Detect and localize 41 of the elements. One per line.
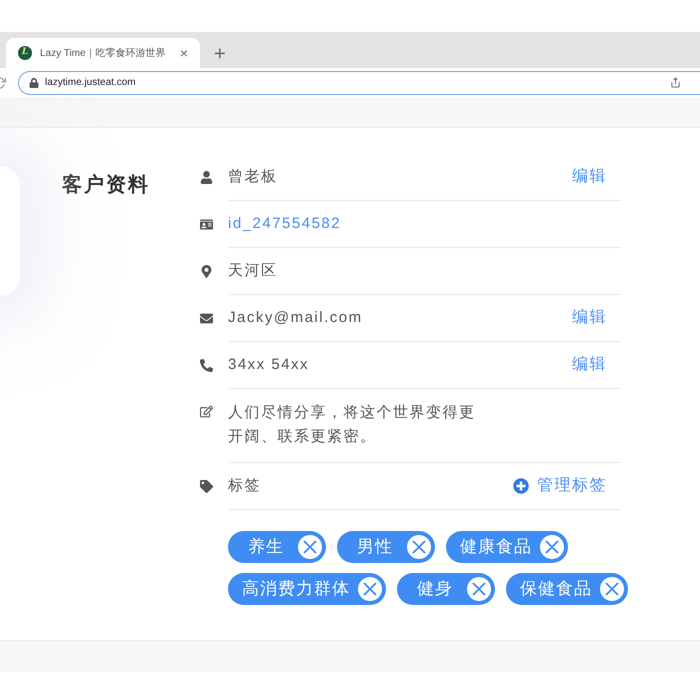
tag-label: 保健食品 (520, 578, 592, 600)
field-value: Jacky@mail.com (228, 308, 363, 328)
phone-icon (200, 358, 213, 372)
user-icon (200, 170, 213, 184)
id-card-icon (200, 218, 213, 230)
new-tab-button[interactable]: + (212, 44, 228, 64)
site-logo: L (18, 46, 32, 60)
field-value: 曾老板 (228, 167, 278, 187)
edit-button[interactable]: 编辑 (572, 306, 607, 330)
tag-icon (200, 480, 213, 492)
url-text: lazytime.justeat.com (45, 76, 136, 90)
edit-button[interactable]: 编辑 (572, 165, 607, 189)
tag-label: 健康食品 (460, 536, 532, 558)
tag-label: 男性 (356, 536, 394, 558)
address-bar[interactable]: lazytime.justeat.com (18, 70, 700, 94)
tab-title: Lazy Time｜吃零食环游世界 (40, 46, 167, 60)
field-value: 标签 (228, 476, 261, 496)
share-icon[interactable] (670, 77, 681, 88)
field-value[interactable]: id_247554582 (228, 212, 342, 236)
manage-tags-button[interactable]: 管理标签 (513, 474, 607, 498)
edit-icon (200, 405, 213, 418)
remove-icon[interactable] (407, 535, 431, 559)
envelope-icon (200, 312, 213, 324)
lock-icon (29, 78, 39, 88)
remove-icon[interactable] (298, 535, 322, 559)
remove-icon[interactable] (540, 535, 564, 559)
plus-icon (513, 478, 529, 494)
edit-button[interactable]: 编辑 (572, 353, 607, 377)
field-value: 34xx 54xx (228, 355, 310, 375)
remove-icon[interactable] (600, 577, 624, 601)
remove-icon[interactable] (467, 577, 491, 601)
bio-text: 人们尽情分享，将这个世界变得更开阔、联系更紧密。 (228, 403, 476, 447)
section-title: 客户资料 (62, 172, 151, 198)
field-value: 天河区 (228, 261, 278, 281)
remove-icon[interactable] (358, 577, 382, 601)
tag-label: 养生 (247, 536, 285, 558)
close-icon[interactable]: × (180, 46, 188, 60)
browser-tab[interactable]: L Lazy Time｜吃零食环游世界 × (6, 38, 200, 68)
location-pin-icon (200, 264, 213, 278)
tag-label: 健身 (416, 578, 454, 600)
tag-label: 高消费力群体 (242, 578, 350, 600)
